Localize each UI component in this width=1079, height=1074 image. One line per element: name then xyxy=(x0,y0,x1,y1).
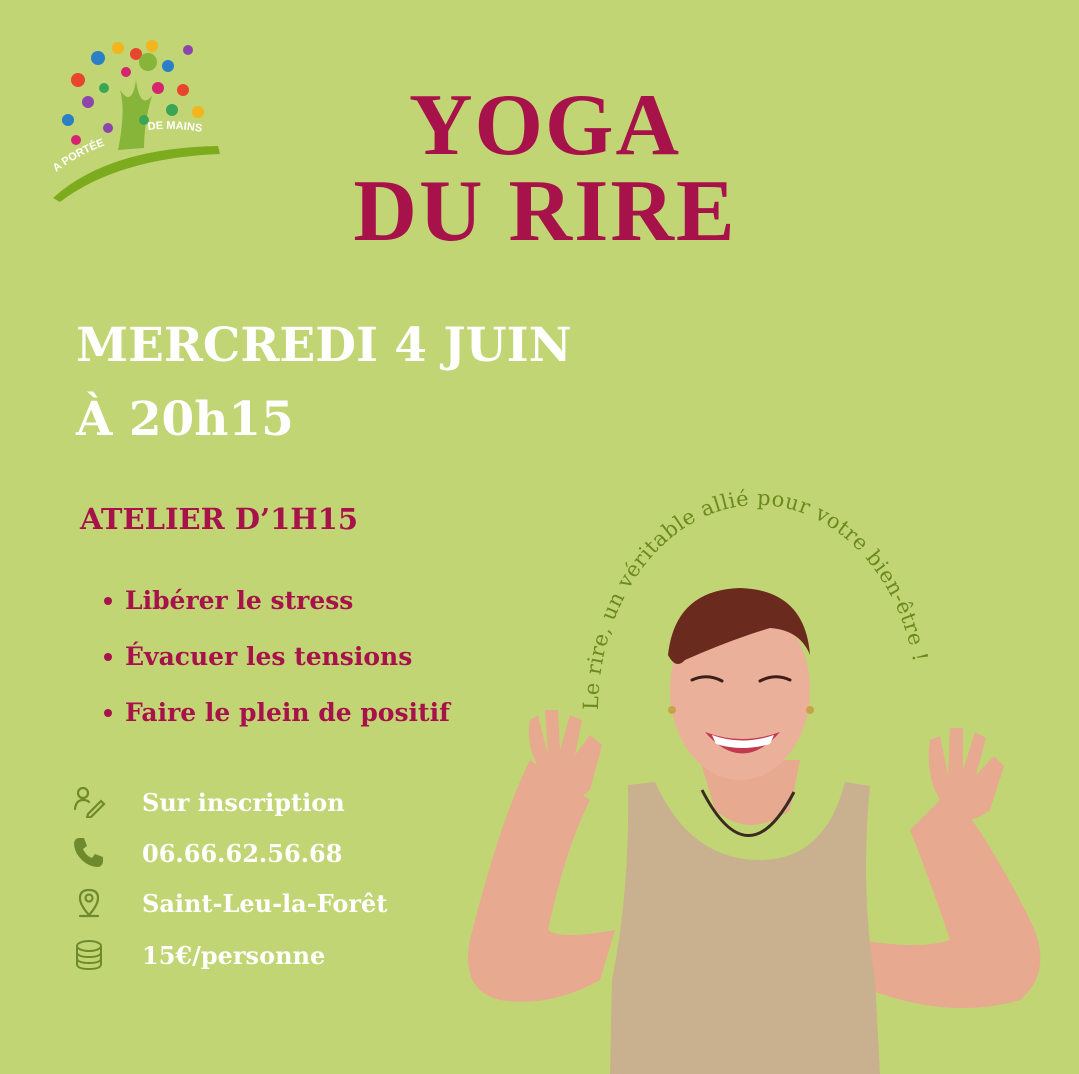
benefit-item: Libérer le stress xyxy=(104,586,353,615)
event-time: À 20h15 xyxy=(76,392,294,447)
sign-up-icon xyxy=(73,786,106,818)
benefit-text: Faire le plein de positif xyxy=(125,698,450,727)
bullet-dot-icon xyxy=(104,652,112,661)
benefit-item: Faire le plein de positif xyxy=(104,698,450,727)
phone-icon xyxy=(74,838,103,867)
registration-text: Sur inscription xyxy=(142,788,345,817)
logo-right-text: DE MAINS xyxy=(147,120,203,135)
workshop-duration: ATELIER D’1H15 xyxy=(80,502,359,536)
svg-text:DE MAINS: DE MAINS xyxy=(147,120,203,135)
bullet-dot-icon xyxy=(104,596,112,605)
bullet-dot-icon xyxy=(104,708,112,717)
title-line-1: YOGA xyxy=(409,77,681,174)
coins-icon xyxy=(76,940,102,971)
price-text: 15€/personne xyxy=(142,941,326,970)
title-line-2: DU RIRE xyxy=(353,163,737,260)
woman-laughing-photo xyxy=(468,588,1041,1074)
benefit-text: Libérer le stress xyxy=(125,586,354,615)
logo: A PORTÉE DE MAINS xyxy=(51,40,220,202)
poster: A PORTÉE DE MAINS YOGA DU RIRE MERCREDI … xyxy=(0,0,1079,1074)
benefit-text: Évacuer les tensions xyxy=(125,642,413,671)
event-date: MERCREDI 4 JUIN xyxy=(76,318,572,373)
location-pin-icon xyxy=(78,888,100,918)
location-text: Saint-Leu-la-Forêt xyxy=(142,889,388,918)
benefit-item: Évacuer les tensions xyxy=(104,642,412,671)
phone-number: 06.66.62.56.68 xyxy=(142,839,343,868)
